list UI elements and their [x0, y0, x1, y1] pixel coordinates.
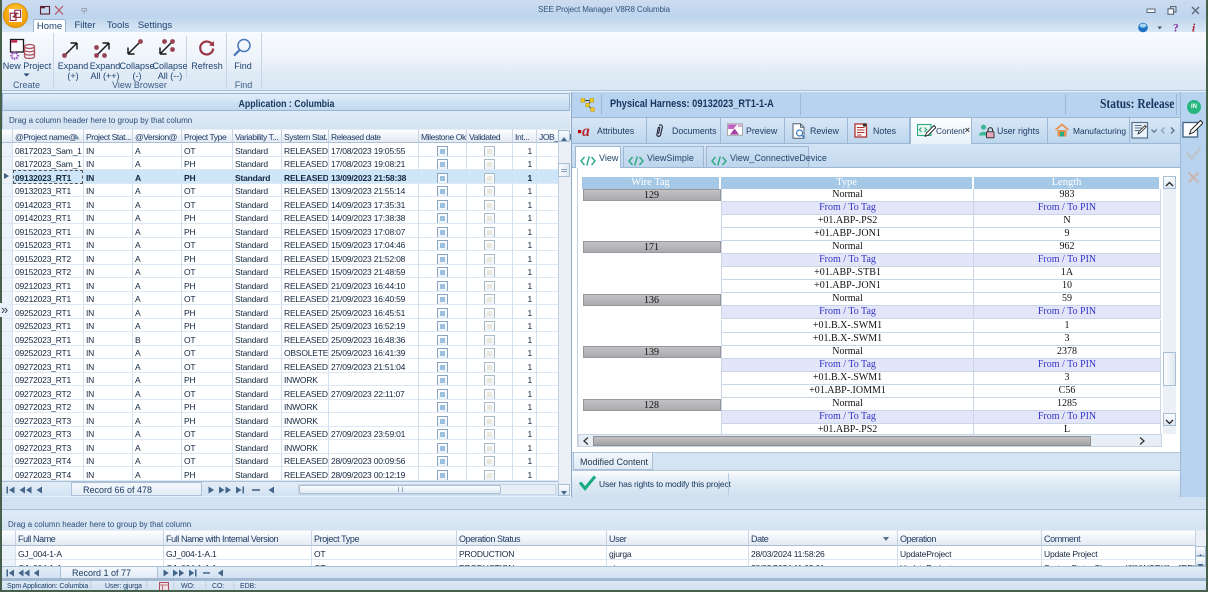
svg-text:a: a: [582, 123, 590, 138]
svg-text:?: ?: [1173, 23, 1179, 34]
svg-text:i: i: [1192, 23, 1196, 34]
